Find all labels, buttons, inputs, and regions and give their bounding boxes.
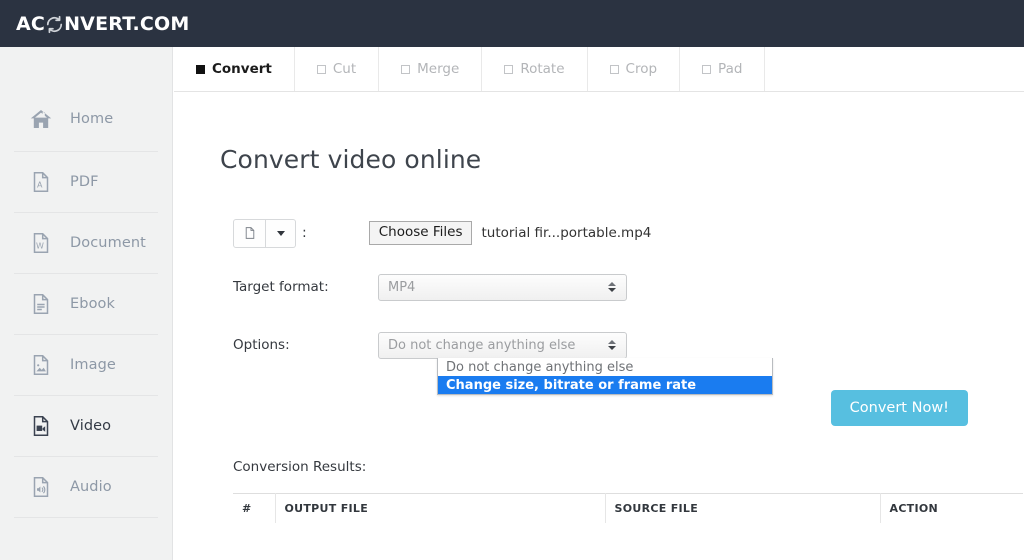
dropdown-option[interactable]: Do not change anything else bbox=[438, 358, 772, 376]
convert-now-button[interactable]: Convert Now! bbox=[830, 390, 968, 426]
site-logo[interactable]: AC NVERT.COM bbox=[16, 13, 190, 35]
tab-pad[interactable]: Pad bbox=[680, 47, 766, 91]
sidebar-item-home[interactable]: Home bbox=[14, 86, 158, 152]
checkbox-icon bbox=[702, 64, 712, 74]
checkbox-icon bbox=[401, 64, 411, 74]
sidebar-item-label: PDF bbox=[70, 174, 99, 190]
pdf-file-icon: A bbox=[28, 169, 54, 195]
svg-text:W: W bbox=[36, 242, 44, 251]
file-input-row: : Choose Files tutorial fir...portable.m… bbox=[233, 218, 1024, 248]
page-title: Convert video online bbox=[220, 145, 482, 174]
tab-crop[interactable]: Crop bbox=[587, 47, 681, 91]
sidebar-item-label: Audio bbox=[70, 479, 112, 495]
file-type-dropdown-toggle[interactable] bbox=[266, 218, 296, 248]
tab-label: Crop bbox=[625, 61, 658, 77]
tab-label: Rotate bbox=[520, 61, 565, 77]
file-upload-control: Choose Files tutorial fir...portable.mp4 bbox=[368, 221, 652, 245]
sidebar-item-document[interactable]: W Document bbox=[14, 213, 158, 274]
sidebar-item-audio[interactable]: Audio bbox=[14, 457, 158, 518]
options-select[interactable]: Do not change anything else bbox=[378, 331, 627, 359]
sidebar-item-pdf[interactable]: A PDF bbox=[14, 152, 158, 213]
word-document-icon: W bbox=[28, 230, 54, 256]
options-label: Options: bbox=[233, 337, 290, 353]
column-header-source-file: SOURCE FILE bbox=[605, 493, 881, 523]
tab-rotate[interactable]: Rotate bbox=[482, 47, 588, 91]
options-value: Do not change anything else bbox=[388, 337, 576, 353]
sidebar-item-image[interactable]: Image bbox=[14, 335, 158, 396]
target-format-label: Target format: bbox=[233, 279, 329, 295]
tab-label: Cut bbox=[332, 61, 357, 77]
tab-label: Convert bbox=[212, 61, 272, 77]
column-header-index: # bbox=[233, 493, 276, 523]
sidebar-item-label: Home bbox=[70, 110, 114, 127]
top-header-bar: AC NVERT.COM bbox=[0, 0, 1024, 47]
checkbox-icon bbox=[504, 64, 514, 74]
table-header-row: # OUTPUT FILE SOURCE FILE ACTION bbox=[233, 493, 1023, 523]
dropdown-option-highlighted[interactable]: Change size, bitrate or frame rate bbox=[438, 376, 772, 394]
select-spinner-icon bbox=[608, 282, 616, 292]
sidebar-item-label: Image bbox=[70, 357, 116, 373]
sidebar-item-video[interactable]: Video bbox=[14, 396, 187, 457]
sidebar-item-label: Ebook bbox=[70, 296, 116, 312]
caret-down-icon bbox=[276, 230, 285, 236]
target-format-value: MP4 bbox=[388, 279, 416, 295]
target-format-select[interactable]: MP4 bbox=[378, 273, 627, 301]
select-spinner-icon bbox=[608, 340, 616, 350]
column-header-action: ACTION bbox=[880, 493, 1023, 523]
sidebar-item-ebook[interactable]: Ebook bbox=[14, 274, 158, 335]
document-file-icon[interactable] bbox=[233, 218, 266, 248]
tab-convert[interactable]: Convert bbox=[174, 47, 295, 91]
video-file-icon bbox=[28, 413, 54, 439]
file-row-separator: : bbox=[302, 225, 307, 241]
refresh-cycle-icon bbox=[45, 15, 64, 34]
selected-file-name: tutorial fir...portable.mp4 bbox=[481, 225, 652, 241]
audio-file-icon bbox=[28, 474, 54, 500]
options-row: Options: Do not change anything else Do … bbox=[233, 331, 1024, 395]
main-content: Convert Cut Merge Rotate Crop Pad Conver… bbox=[174, 47, 1024, 560]
choose-files-button[interactable]: Choose Files bbox=[368, 221, 473, 245]
tab-cut[interactable]: Cut bbox=[294, 47, 380, 91]
target-format-row: Target format: MP4 bbox=[233, 273, 1024, 301]
logo-text-prefix: AC bbox=[16, 12, 46, 35]
convert-button-row: Convert Now! bbox=[174, 390, 1024, 426]
options-dropdown-list[interactable]: Do not change anything else Change size,… bbox=[437, 358, 773, 395]
tab-label: Pad bbox=[718, 61, 743, 77]
home-icon bbox=[28, 106, 54, 132]
tab-merge[interactable]: Merge bbox=[379, 47, 483, 91]
sidebar-item-label: Document bbox=[70, 235, 146, 251]
sidebar-item-label: Video bbox=[70, 418, 112, 434]
conversion-results-table: # OUTPUT FILE SOURCE FILE ACTION bbox=[233, 493, 1023, 523]
checkbox-icon bbox=[196, 64, 205, 74]
checkbox-icon bbox=[316, 64, 326, 74]
ebook-file-icon bbox=[28, 291, 54, 317]
left-sidebar: Home A PDF W Document Ebook Image Video … bbox=[0, 47, 187, 560]
svg-text:A: A bbox=[37, 180, 43, 189]
tool-tab-bar: Convert Cut Merge Rotate Crop Pad bbox=[174, 47, 1024, 92]
file-type-button-group[interactable] bbox=[233, 218, 296, 248]
logo-text-suffix: NVERT.COM bbox=[64, 12, 190, 35]
image-file-icon bbox=[28, 352, 54, 378]
tab-label: Merge bbox=[417, 61, 460, 77]
column-header-output-file: OUTPUT FILE bbox=[275, 493, 606, 523]
checkbox-icon bbox=[609, 64, 619, 74]
tab-bar-filler bbox=[765, 47, 1024, 91]
conversion-results-label: Conversion Results: bbox=[233, 459, 367, 475]
